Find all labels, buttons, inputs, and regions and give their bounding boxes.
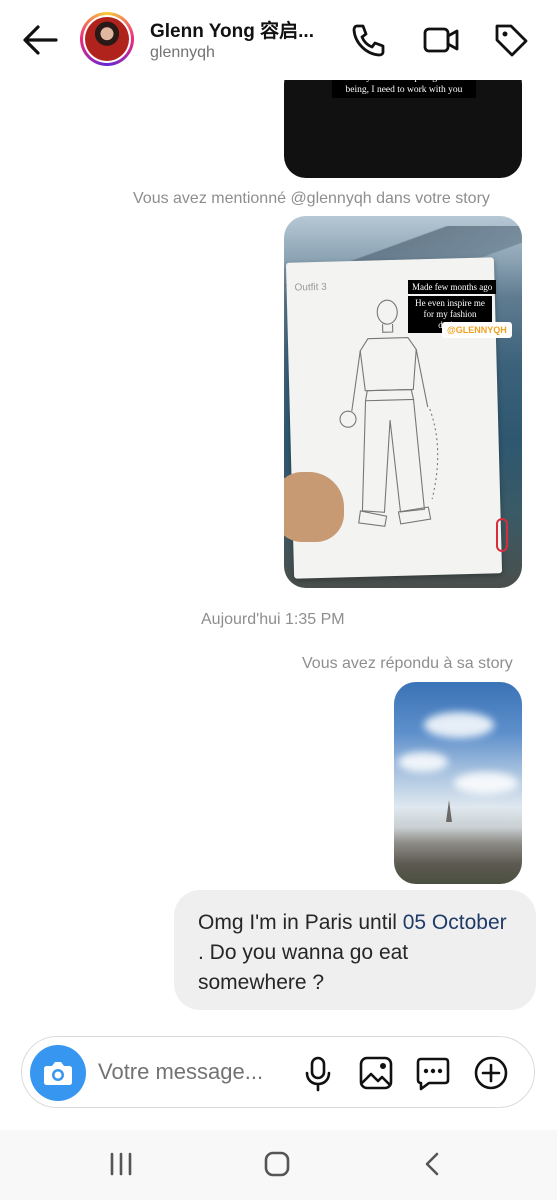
plus-circle-icon[interactable] [471,1053,511,1093]
timestamp: Aujourd'hui 1:35 PM [201,611,345,628]
message-bubble[interactable]: Omg I'm in Paris until 05 October . Do y… [174,890,536,1010]
paper-title: Outfit 3 [294,281,327,294]
microphone-icon[interactable] [298,1053,338,1093]
contact-handle[interactable]: glennyqh [150,44,215,62]
mention-note: Vous avez mentionné @glennyqh dans votre… [133,190,490,207]
home-icon[interactable] [257,1146,297,1182]
eiffel-tower-image [446,800,452,822]
reply-note: Vous avez répondu à sa story [302,655,513,672]
tag-icon[interactable] [491,20,531,60]
image-icon[interactable] [356,1053,396,1093]
chat-header: Glenn Yong 容启... glennyqh [0,0,557,80]
system-navigation-bar [0,1130,557,1200]
shared-story-paris[interactable] [394,682,522,884]
message-input[interactable]: Votre message... [98,1059,263,1085]
message-composer: Votre message... [21,1036,535,1108]
arrow-left-icon[interactable] [20,22,60,58]
avatar[interactable] [80,12,134,66]
recent-apps-icon[interactable] [101,1146,141,1182]
video-camera-icon[interactable] [421,20,461,60]
shared-story-sketch[interactable]: Outfit 3 Made few months ago He even ins… [284,216,522,588]
mention-sticker: @GLENNYQH [442,322,512,338]
chat-bubble-icon[interactable] [413,1053,453,1093]
message-text-after: . Do you wanna go eat somewhere ? [198,941,409,994]
camera-button[interactable] [30,1045,86,1101]
contact-name[interactable]: Glenn Yong 容启... [150,16,314,43]
back-nav-icon[interactable] [413,1146,453,1182]
date-link[interactable]: 05 October [403,911,507,934]
camera-icon [44,1062,72,1085]
sketch-label-made: Made few months ago [408,280,497,294]
paperclip [496,518,508,552]
phone-icon[interactable] [348,20,388,60]
message-text-before: Omg I'm in Paris until [198,911,403,934]
